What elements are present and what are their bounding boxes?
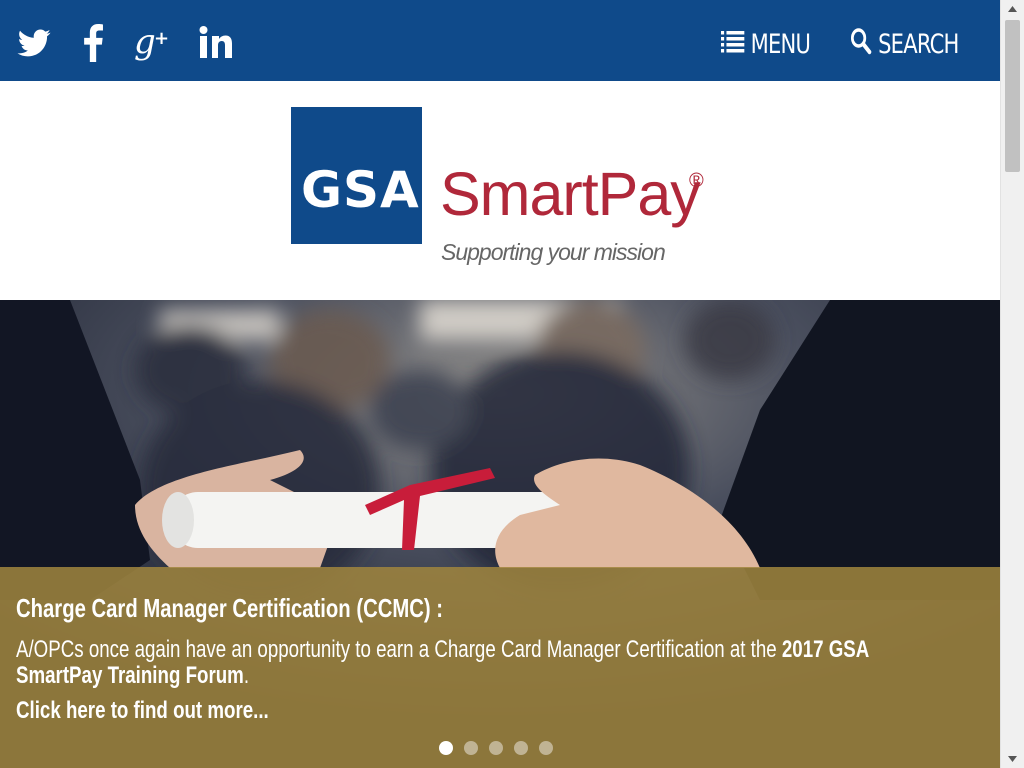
scroll-up-arrow-icon[interactable] bbox=[1001, 0, 1024, 18]
gsa-logo[interactable]: GSA bbox=[291, 107, 422, 244]
slide-body: A/OPCs once again have an opportunity to… bbox=[16, 637, 952, 689]
search-label: SEARCH bbox=[878, 28, 959, 60]
carousel-dot[interactable] bbox=[439, 741, 453, 755]
carousel-dot[interactable] bbox=[514, 741, 528, 755]
list-icon bbox=[721, 29, 745, 60]
slide-body-end: . bbox=[243, 662, 250, 689]
twitter-icon[interactable] bbox=[16, 24, 52, 62]
vertical-scrollbar[interactable] bbox=[1000, 0, 1024, 768]
carousel-dots bbox=[439, 741, 564, 755]
slide-title: Charge Card Manager Certification (CCMC)… bbox=[16, 593, 444, 623]
search-icon bbox=[850, 27, 872, 62]
tagline: Supporting your mission bbox=[441, 239, 666, 265]
carousel-dot[interactable] bbox=[539, 741, 553, 755]
logo-banner: GSA SmartPay ® Supporting your mission bbox=[0, 81, 1000, 300]
page: g + MENU SEARCH GSA SmartPay ® Supportin… bbox=[0, 0, 1000, 768]
svg-text:+: + bbox=[154, 28, 168, 49]
menu-label: MENU bbox=[750, 28, 811, 60]
slide-caption: Charge Card Manager Certification (CCMC)… bbox=[0, 567, 1000, 768]
slide-body-text: A/OPCs once again have an opportunity to… bbox=[16, 636, 782, 663]
smartpay-wordmark: SmartPay bbox=[440, 160, 701, 228]
scrollbar-thumb[interactable] bbox=[1005, 20, 1020, 172]
carousel-dot[interactable] bbox=[464, 741, 478, 755]
registered-mark: ® bbox=[689, 170, 704, 192]
top-navigation-bar: g + MENU SEARCH bbox=[0, 0, 1000, 81]
scroll-down-arrow-icon[interactable] bbox=[1001, 750, 1024, 768]
search-button[interactable]: SEARCH bbox=[850, 24, 959, 64]
find-out-more-link[interactable]: Click here to find out more... bbox=[16, 697, 640, 725]
hero-carousel: Charge Card Manager Certification (CCMC)… bbox=[0, 300, 1000, 768]
gsa-logo-text: GSA bbox=[301, 161, 420, 219]
menu-button[interactable]: MENU bbox=[721, 24, 811, 64]
linkedin-icon[interactable] bbox=[198, 24, 234, 62]
google-plus-icon[interactable]: g + bbox=[134, 24, 168, 62]
social-links: g + bbox=[16, 24, 264, 62]
facebook-icon[interactable] bbox=[82, 24, 104, 62]
carousel-dot[interactable] bbox=[489, 741, 503, 755]
svg-text:g: g bbox=[134, 24, 156, 62]
